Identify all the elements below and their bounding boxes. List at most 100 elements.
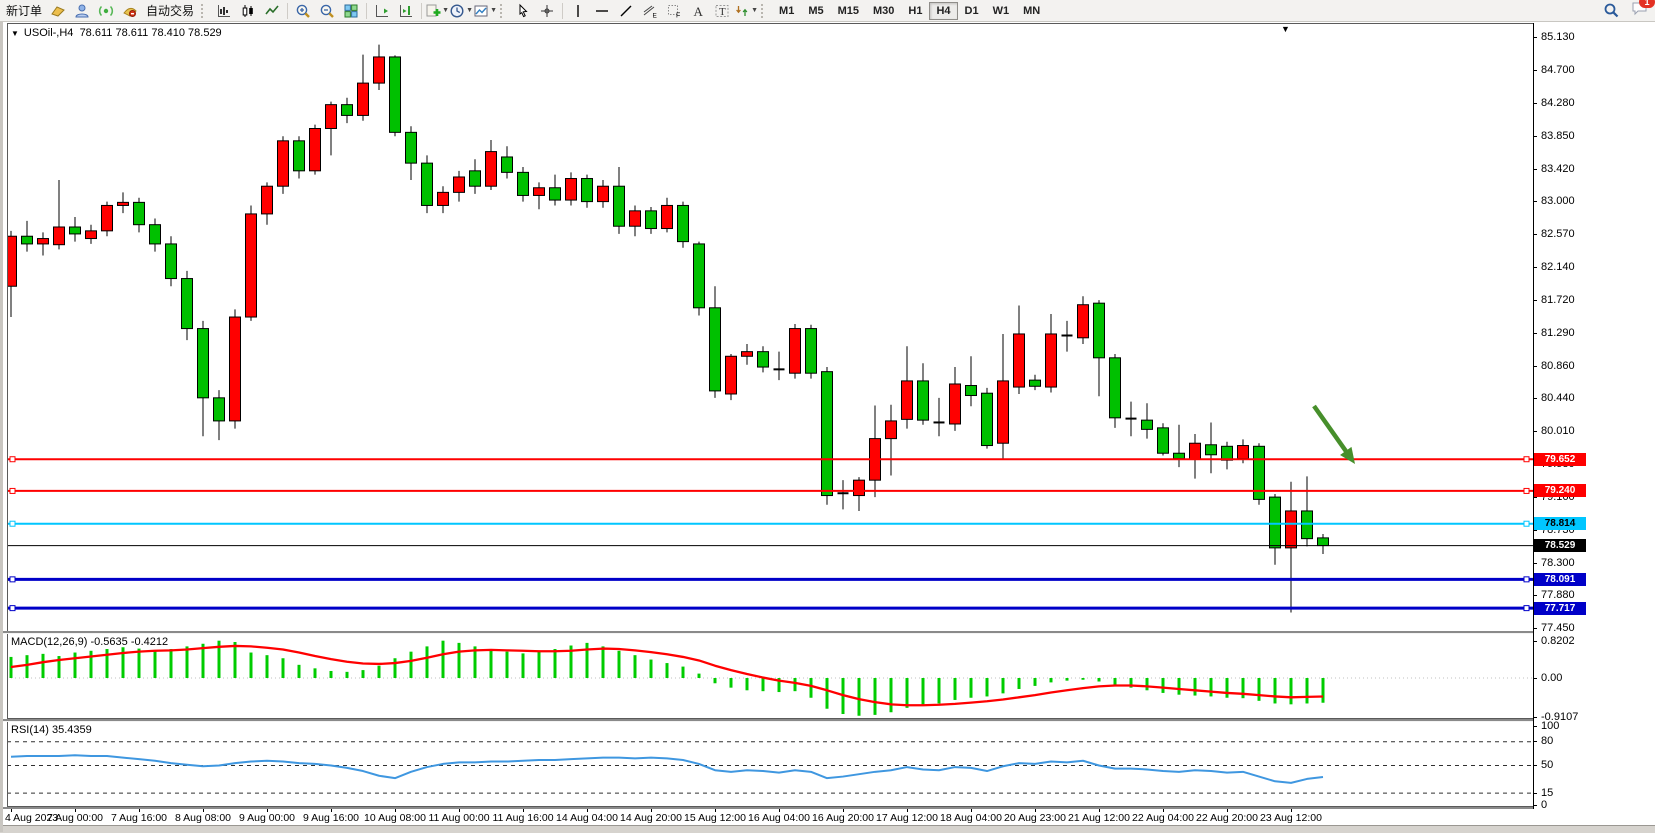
pane-splitter[interactable] <box>3 631 1655 634</box>
price-tick-label: 84.700 <box>1541 64 1575 76</box>
tf-d1-button[interactable]: D1 <box>958 2 986 20</box>
macd-histogram-bar <box>666 663 669 678</box>
tf-m30-button[interactable]: M30 <box>866 2 901 20</box>
ohlc-values: 78.611 78.611 78.410 78.529 <box>80 27 222 39</box>
tf-m5-button[interactable]: M5 <box>801 2 830 20</box>
line-handle[interactable] <box>1524 488 1529 493</box>
price-tick-label: 81.290 <box>1541 327 1575 339</box>
line-handle[interactable] <box>10 488 15 493</box>
candle <box>166 236 177 286</box>
rsi-pane[interactable] <box>7 721 1534 807</box>
trend-arrow-annotation[interactable] <box>1314 406 1355 464</box>
auto-scroll-icon[interactable] <box>370 1 394 21</box>
macd-histogram-bar <box>746 678 749 690</box>
trendline-icon[interactable] <box>614 1 638 21</box>
fibonacci-icon[interactable]: E <box>638 1 662 21</box>
toolbar-drag-handle[interactable] <box>500 4 506 18</box>
time-tick-label: 22 Aug 04:00 <box>1132 812 1194 824</box>
main-chart-pane[interactable] <box>7 23 1534 632</box>
candle <box>326 102 337 156</box>
tf-w1-button[interactable]: W1 <box>986 2 1017 20</box>
period-icon[interactable]: ▼ <box>449 1 473 21</box>
line-handle[interactable] <box>1524 457 1529 462</box>
candle <box>694 242 705 316</box>
tf-h1-button[interactable]: H1 <box>901 2 929 20</box>
search-icon[interactable] <box>1599 1 1623 21</box>
macd-pane[interactable] <box>7 633 1534 719</box>
macd-histogram-bar <box>426 646 429 678</box>
horizontal-line-icon[interactable] <box>590 1 614 21</box>
bar-chart-icon[interactable] <box>212 1 236 21</box>
zoom-in-icon[interactable] <box>291 1 315 21</box>
candle <box>806 325 817 379</box>
price-axis[interactable]: 85.13084.70084.28083.85083.42083.00082.5… <box>1534 22 1655 809</box>
chart-ohlc-readout[interactable]: ▼USOil-,H4 78.611 78.611 78.410 78.529 <box>11 27 222 39</box>
macd-histogram-bar <box>490 649 493 678</box>
line-handle[interactable] <box>10 521 15 526</box>
candle <box>1062 321 1073 352</box>
chevron-down-icon: ▼ <box>751 7 758 14</box>
new-order-button[interactable]: 新订单 <box>2 2 46 19</box>
tf-h4-button[interactable]: H4 <box>929 2 957 20</box>
price-tick-label: 77.450 <box>1541 622 1575 634</box>
vertical-line-icon[interactable] <box>566 1 590 21</box>
collapse-caret-icon[interactable]: ▼ <box>11 29 19 38</box>
toolbar: 新订单 自动交易 ▼ ▼ ▼ E F A T ▼ M1 M5 M15 M30 H… <box>0 0 1655 22</box>
auto-trading-icon[interactable] <box>118 1 142 21</box>
macd-histogram-bar <box>618 651 621 678</box>
candlestick-chart-icon[interactable] <box>236 1 260 21</box>
template-icon[interactable]: ▼ <box>473 1 497 21</box>
text-icon[interactable]: A <box>686 1 710 21</box>
tf-m15-button[interactable]: M15 <box>831 2 866 20</box>
auto-trading-button[interactable]: 自动交易 <box>142 2 198 19</box>
crosshair-icon[interactable] <box>535 1 559 21</box>
grid-objects-icon[interactable]: F <box>662 1 686 21</box>
macd-histogram-bar <box>314 668 317 678</box>
line-handle[interactable] <box>10 577 15 582</box>
chart-shift-marker[interactable]: ▼ <box>1281 24 1290 34</box>
price-line-tag: 78.814 <box>1534 517 1586 530</box>
arrows-objects-icon[interactable]: ▼ <box>734 1 758 21</box>
time-axis[interactable]: 4 Aug 20237 Aug 00:007 Aug 16:008 Aug 08… <box>3 809 1655 825</box>
line-chart-icon[interactable] <box>260 1 284 21</box>
tile-windows-icon[interactable] <box>339 1 363 21</box>
tf-m1-button[interactable]: M1 <box>772 2 801 20</box>
toolbar-drag-handle[interactable] <box>761 4 767 18</box>
candle <box>598 180 609 208</box>
market-watch-icon[interactable] <box>70 1 94 21</box>
pane-splitter[interactable] <box>3 719 1655 722</box>
macd-histogram-bar <box>1050 678 1053 682</box>
chart-shift-icon[interactable] <box>394 1 418 21</box>
toolbar-drag-handle[interactable] <box>201 4 207 18</box>
time-tick-label: 15 Aug 12:00 <box>684 812 746 824</box>
cursor-icon[interactable] <box>511 1 535 21</box>
add-indicator-icon[interactable]: ▼ <box>425 1 449 21</box>
line-handle[interactable] <box>1524 521 1529 526</box>
line-handle[interactable] <box>10 606 15 611</box>
macd-histogram-bar <box>138 649 141 678</box>
zoom-out-icon[interactable] <box>315 1 339 21</box>
macd-histogram-bar <box>26 655 29 678</box>
line-handle[interactable] <box>1524 606 1529 611</box>
macd-histogram-bar <box>1002 678 1005 693</box>
macd-histogram-bar <box>1034 678 1037 686</box>
price-tick-label: 78.300 <box>1541 557 1575 569</box>
line-handle[interactable] <box>10 457 15 462</box>
tf-mn-button[interactable]: MN <box>1016 2 1047 20</box>
charts-icon[interactable] <box>46 1 70 21</box>
candle <box>630 205 641 236</box>
candle <box>1126 402 1137 437</box>
candle <box>358 55 369 121</box>
macd-histogram-bar <box>970 678 973 698</box>
notifications-button[interactable]: 1 <box>1631 0 1649 21</box>
candle <box>1190 434 1201 479</box>
price-tick-mark <box>1533 366 1537 367</box>
line-handle[interactable] <box>1524 577 1529 582</box>
text-label-icon[interactable]: T <box>710 1 734 21</box>
macd-histogram-bar <box>1258 678 1261 701</box>
macd-tick-mark <box>1533 678 1537 679</box>
rsi-tick-label: 50 <box>1541 759 1553 771</box>
candle <box>182 271 193 340</box>
candle <box>374 45 385 90</box>
signals-icon[interactable] <box>94 1 118 21</box>
